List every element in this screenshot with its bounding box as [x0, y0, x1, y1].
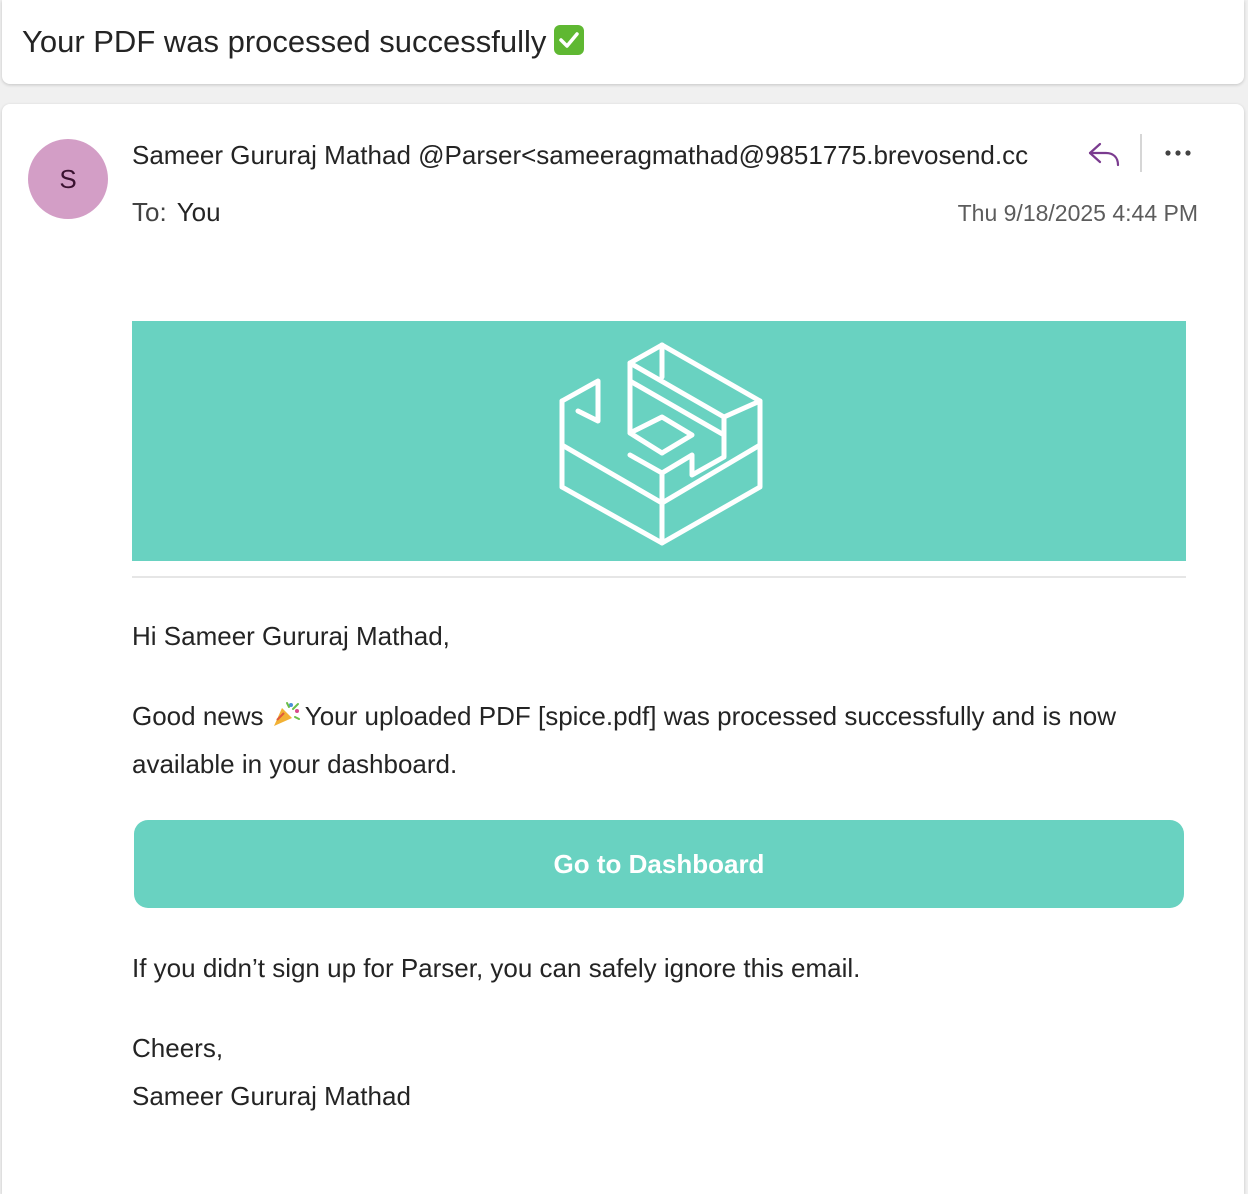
content-divider [132, 576, 1186, 578]
to-label: To: [132, 197, 167, 227]
news-paragraph: Good news Your uploaded PDF [spice.pdf] … [132, 692, 1192, 788]
go-to-dashboard-button[interactable]: Go to Dashboard [134, 820, 1184, 908]
action-divider [1140, 134, 1142, 172]
news-prefix: Good news [132, 701, 264, 731]
recipient-line: To: You [132, 195, 221, 229]
signoff-text: Cheers, [132, 1033, 224, 1063]
brand-banner [132, 321, 1186, 561]
more-icon[interactable] [1160, 138, 1196, 168]
avatar[interactable]: S [28, 139, 108, 219]
email-subject: Your PDF was processed successfully [22, 22, 585, 62]
check-mark-icon [554, 25, 585, 55]
sender-line[interactable]: Sameer Gururaj Mathad @Parser<sameeragma… [132, 138, 1072, 172]
message-card: S Sameer Gururaj Mathad @Parser<sameerag… [2, 104, 1244, 1194]
ignore-note: If you didn’t sign up for Parser, you ca… [132, 953, 861, 983]
greeting-text: Hi Sameer Gururaj Mathad, [132, 621, 450, 651]
subject-header: Your PDF was processed successfully [2, 0, 1244, 84]
reply-icon[interactable] [1086, 136, 1122, 172]
party-popper-icon [271, 696, 301, 726]
to-recipient[interactable]: You [177, 197, 221, 227]
parser-logo-icon [559, 342, 763, 546]
subject-text: Your PDF was processed successfully [22, 24, 547, 59]
signature-name: Sameer Gururaj Mathad [132, 1081, 411, 1111]
sent-timestamp: Thu 9/18/2025 4:44 PM [957, 200, 1198, 226]
